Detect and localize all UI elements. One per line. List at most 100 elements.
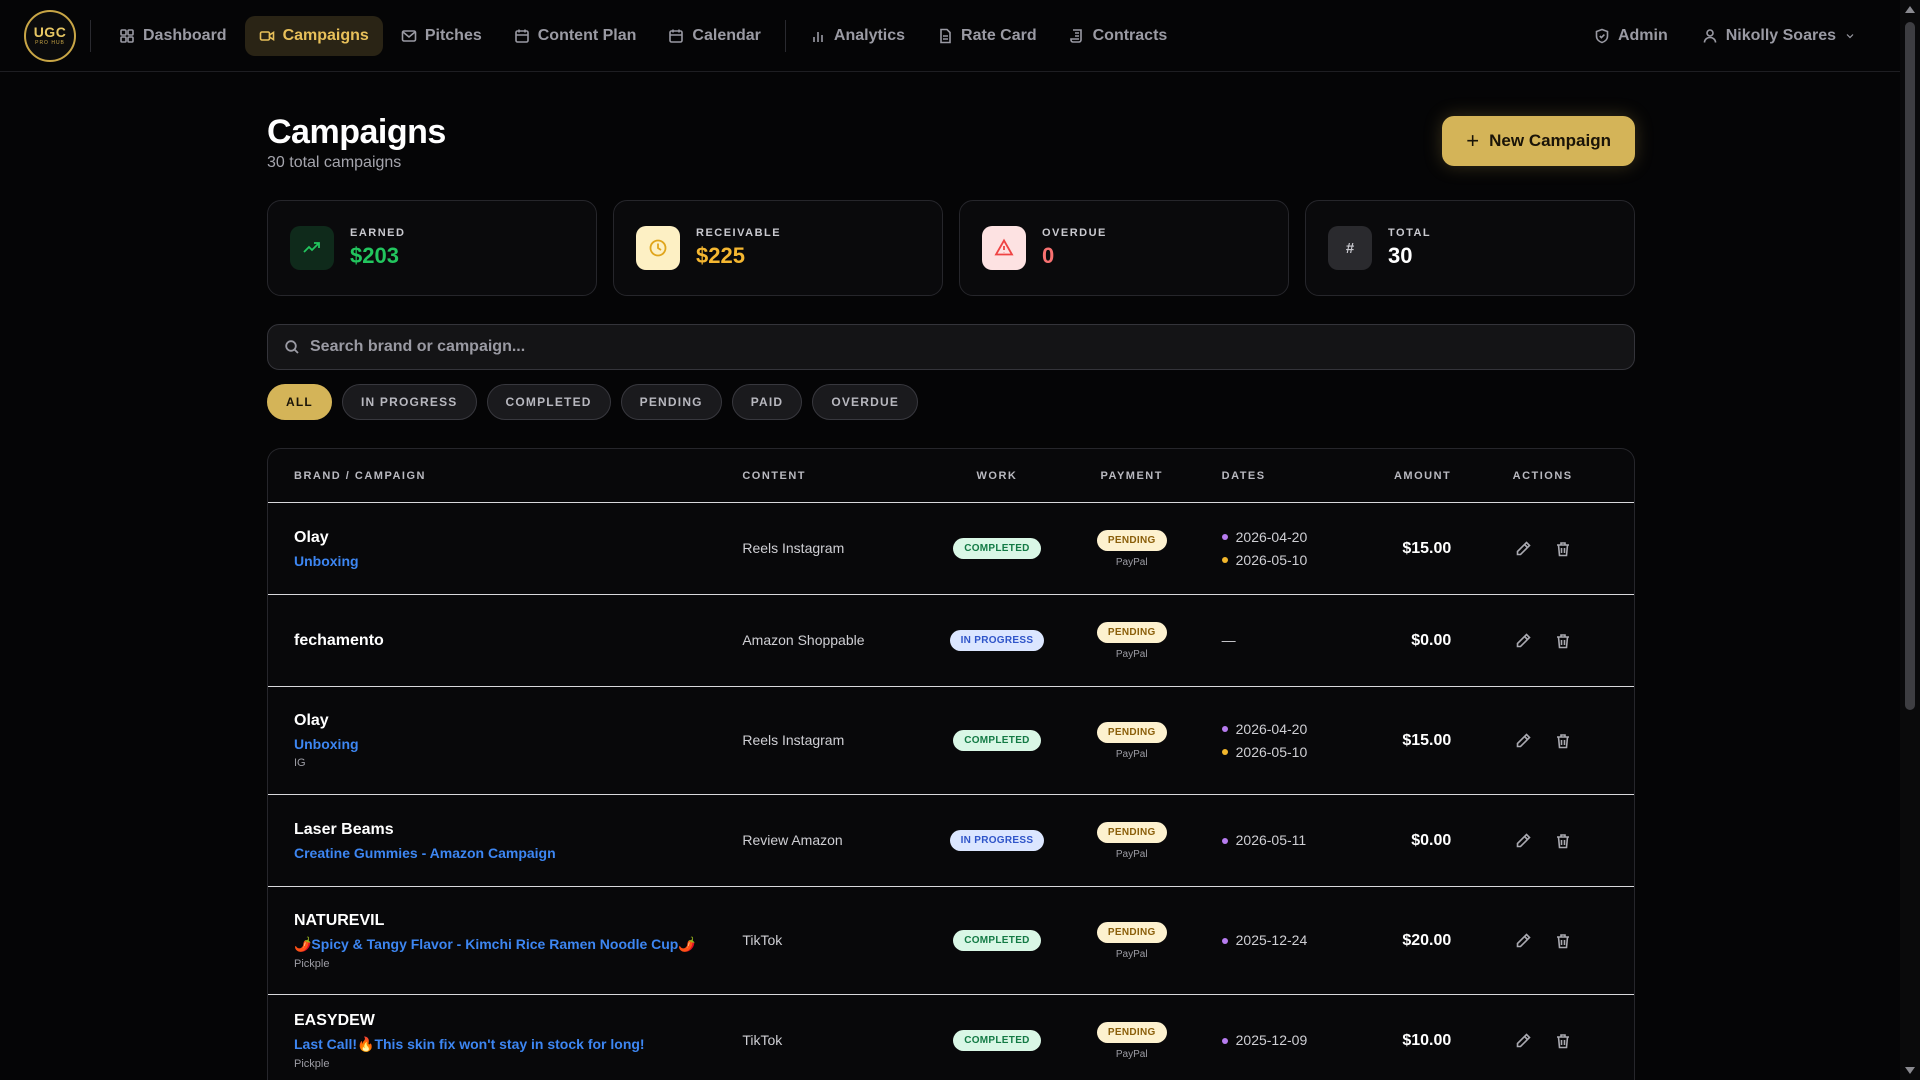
- payment-status-badge: PENDING: [1096, 1021, 1167, 1043]
- campaign-link[interactable]: Unboxing: [294, 736, 742, 752]
- nav-item-campaigns[interactable]: Campaigns: [244, 15, 383, 56]
- nav-item-label: Pitches: [424, 26, 482, 44]
- column-header-amount[interactable]: AMOUNT: [1341, 470, 1451, 482]
- nav-item-calendar[interactable]: Calendar: [654, 16, 774, 56]
- column-header-payment[interactable]: PAYMENT: [1062, 470, 1202, 482]
- dates-cell: —: [1202, 632, 1342, 650]
- campaign-link[interactable]: Creatine Gummies - Amazon Campaign: [294, 845, 742, 861]
- calendar-icon: [514, 29, 529, 43]
- nav-item-analytics[interactable]: Analytics: [796, 16, 919, 56]
- trash-icon[interactable]: [1554, 832, 1572, 850]
- table-row[interactable]: EASYDEW Last Call!🔥This skin fix won't s…: [268, 995, 1634, 1080]
- campaign-link[interactable]: Last Call!🔥This skin fix won't stay in s…: [294, 1036, 742, 1053]
- brand-name: Laser Beams: [294, 820, 394, 838]
- campaign-link[interactable]: 🌶️Spicy & Tangy Flavor - Kimchi Rice Ram…: [294, 936, 742, 953]
- filter-paid[interactable]: PAID: [731, 384, 803, 420]
- filter-pending[interactable]: PENDING: [620, 384, 722, 420]
- stat-label: OVERDUE: [1042, 227, 1107, 239]
- edit-icon[interactable]: [1514, 1032, 1532, 1050]
- column-header-actions: ACTIONS: [1512, 469, 1573, 482]
- nav-right: Admin Nikolly Soares: [1580, 16, 1900, 56]
- nav-item-dashboard[interactable]: Dashboard: [105, 16, 241, 56]
- document-icon: [940, 28, 951, 43]
- app-logo[interactable]: UGC PRO HUB: [24, 9, 76, 62]
- start-date-dot: [1221, 1037, 1228, 1044]
- table-row[interactable]: Olay Unboxing IG Reels Instagram COMPLET…: [268, 687, 1634, 795]
- payment-method: PayPal: [1115, 848, 1148, 860]
- edit-icon[interactable]: [1514, 832, 1532, 850]
- campaign-tag: Pickple: [294, 1057, 330, 1070]
- campaign-link[interactable]: Unboxing: [294, 553, 742, 569]
- amount-value: $0.00: [1411, 831, 1452, 849]
- page-scrollbar[interactable]: [1900, 0, 1920, 1080]
- edit-icon[interactable]: [1514, 732, 1532, 750]
- nav-item-label: Rate Card: [961, 26, 1037, 44]
- stat-card-total: # TOTAL 30: [1305, 200, 1635, 296]
- table-row[interactable]: Laser Beams Creatine Gummies - Amazon Ca…: [268, 795, 1634, 887]
- column-header-dates[interactable]: DATES: [1202, 470, 1342, 482]
- logo-subtext: PRO HUB: [35, 40, 65, 46]
- start-date: 2026-04-20: [1235, 720, 1308, 737]
- edit-icon[interactable]: [1514, 540, 1532, 558]
- table-row[interactable]: fechamento Amazon Shoppable IN PROGRESS …: [268, 595, 1634, 687]
- trash-icon[interactable]: [1554, 1032, 1572, 1050]
- dates-cell: 2025-12-09: [1202, 1029, 1342, 1052]
- search-input[interactable]: [310, 338, 1618, 356]
- trash-icon[interactable]: [1554, 540, 1572, 558]
- work-status-badge: COMPLETED: [953, 930, 1041, 951]
- payment-method: PayPal: [1115, 648, 1148, 660]
- payment-status-badge: PENDING: [1096, 529, 1167, 551]
- content-type: TikTok: [742, 1031, 783, 1048]
- table-header: BRAND / CAMPAIGN CONTENT WORK PAYMENT DA…: [268, 449, 1634, 503]
- filter-in-progress[interactable]: IN PROGRESS: [341, 384, 477, 420]
- admin-link[interactable]: Admin: [1580, 16, 1682, 56]
- nav-item-label: Campaigns: [282, 26, 369, 44]
- table-row[interactable]: Olay Unboxing Reels Instagram COMPLETED …: [268, 503, 1634, 595]
- scrollbar-thumb[interactable]: [1905, 22, 1915, 710]
- nav-item-rate-card[interactable]: Rate Card: [923, 16, 1051, 56]
- trash-icon[interactable]: [1554, 732, 1572, 750]
- table-row[interactable]: NATUREVIL 🌶️Spicy & Tangy Flavor - Kimch…: [268, 887, 1634, 995]
- scroll-down-arrow[interactable]: [1905, 1067, 1915, 1074]
- content-type: TikTok: [742, 931, 783, 948]
- edit-icon[interactable]: [1514, 632, 1532, 650]
- content-type: Review Amazon: [742, 831, 843, 848]
- scroll-up-arrow[interactable]: [1905, 6, 1915, 13]
- column-header-work[interactable]: WORK: [932, 470, 1062, 482]
- filter-overdue[interactable]: OVERDUE: [812, 384, 919, 420]
- brand-name: fechamento: [294, 631, 384, 649]
- trash-icon[interactable]: [1554, 932, 1572, 950]
- column-header-brand[interactable]: BRAND / CAMPAIGN: [268, 470, 742, 482]
- payment-method: PayPal: [1115, 748, 1148, 760]
- payment-method: PayPal: [1115, 1048, 1148, 1060]
- edit-icon[interactable]: [1514, 932, 1532, 950]
- calendar-icon: [669, 29, 684, 43]
- search-icon: [285, 340, 299, 354]
- nav-item-label: Contracts: [1092, 26, 1168, 44]
- dates-cell: 2026-04-20 2026-05-10: [1202, 526, 1342, 572]
- nav-item-pitches[interactable]: Pitches: [387, 16, 496, 56]
- trash-icon[interactable]: [1554, 632, 1572, 650]
- filter-all[interactable]: ALL: [267, 384, 332, 420]
- user-name: Nikolly Soares: [1725, 26, 1836, 44]
- nav-links: Dashboard Campaigns Pitches Content Plan…: [105, 15, 1182, 56]
- start-date: 2026-05-11: [1235, 832, 1307, 848]
- nav-divider: [784, 19, 786, 52]
- column-header-content[interactable]: CONTENT: [742, 470, 932, 482]
- filter-chips: ALL IN PROGRESS COMPLETED PENDING PAID O…: [267, 384, 1635, 420]
- work-status-badge: COMPLETED: [953, 1030, 1041, 1051]
- brand-name: Olay: [294, 712, 329, 729]
- brand-name: NATUREVIL: [294, 911, 385, 929]
- nav-item-content-plan[interactable]: Content Plan: [500, 16, 651, 56]
- scroll-icon: [1069, 28, 1082, 43]
- filter-completed[interactable]: COMPLETED: [486, 384, 611, 420]
- start-date: 2025-12-09: [1235, 1032, 1308, 1048]
- nav-item-contracts[interactable]: Contracts: [1055, 16, 1182, 56]
- new-campaign-button[interactable]: + New Campaign: [1442, 116, 1635, 166]
- user-menu[interactable]: Nikolly Soares: [1688, 16, 1870, 56]
- hash-icon: #: [1328, 226, 1372, 270]
- dates-cell: 2026-04-20 2026-05-10: [1202, 718, 1342, 764]
- grid-icon: [120, 28, 134, 43]
- start-date-dot: [1221, 534, 1228, 540]
- due-date-dot: [1221, 749, 1228, 755]
